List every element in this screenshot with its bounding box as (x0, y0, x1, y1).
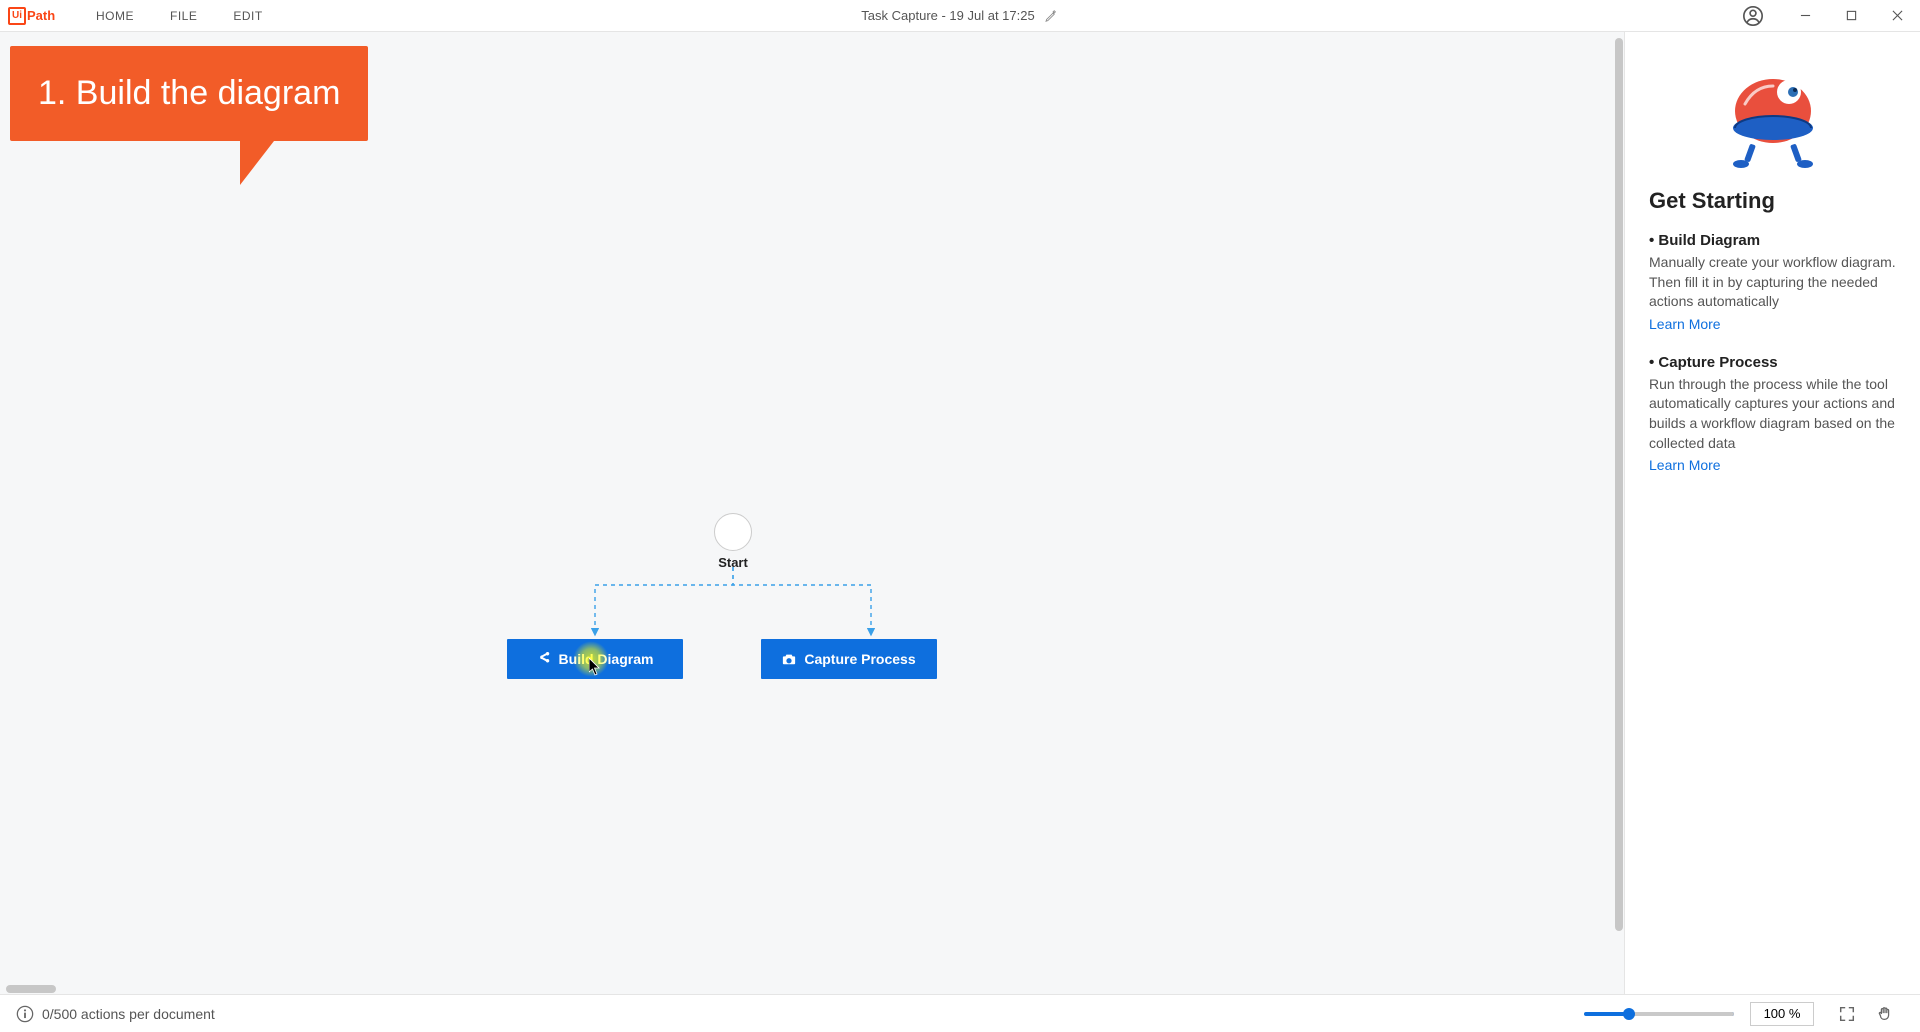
vertical-scrollbar[interactable] (1614, 38, 1624, 988)
edit-title-icon[interactable] (1045, 9, 1059, 23)
callout-text: 1. Build the diagram (38, 74, 340, 112)
maximize-button[interactable] (1828, 0, 1874, 32)
side-panel-title: Get Starting (1649, 188, 1896, 214)
actions-status: 0/500 actions per document (42, 1006, 215, 1022)
share-icon (537, 652, 551, 666)
camera-icon (782, 652, 796, 666)
horizontal-scrollbar[interactable] (6, 984, 56, 994)
logo-text: Path (27, 8, 55, 23)
status-bar: 0/500 actions per document (0, 994, 1920, 1032)
start-label: Start (714, 555, 752, 570)
section-capture-title: • Capture Process (1649, 354, 1896, 371)
zoom-slider-handle[interactable] (1623, 1008, 1635, 1020)
minimize-button[interactable] (1782, 0, 1828, 32)
side-section-build: • Build Diagram Manually create your wor… (1649, 232, 1896, 332)
document-title: Task Capture - 19 Jul at 17:25 (861, 8, 1058, 23)
window-controls (1742, 0, 1920, 32)
section-build-body: Manually create your workflow diagram. T… (1649, 253, 1896, 312)
menu-items: HOME FILE EDIT (78, 3, 281, 29)
capture-process-label: Capture Process (804, 651, 915, 667)
start-circle-icon (714, 513, 752, 551)
menu-edit[interactable]: EDIT (215, 3, 280, 29)
close-button[interactable] (1874, 0, 1920, 32)
uipath-logo: UiPath (8, 7, 58, 25)
start-node[interactable]: Start (714, 513, 752, 570)
build-diagram-label: Build Diagram (559, 651, 654, 667)
fullscreen-icon[interactable] (1838, 1005, 1856, 1023)
section-build-title: • Build Diagram (1649, 232, 1896, 249)
tutorial-callout: 1. Build the diagram (10, 46, 368, 141)
connector-lines (507, 567, 959, 639)
menu-file[interactable]: FILE (152, 3, 215, 29)
menu-home[interactable]: HOME (78, 3, 152, 29)
zoom-input[interactable] (1750, 1002, 1814, 1026)
learn-more-capture-link[interactable]: Learn More (1649, 457, 1896, 473)
menu-bar: UiPath HOME FILE EDIT Task Capture - 19 … (0, 0, 1920, 32)
canvas[interactable]: 1. Build the diagram Start Build Diagram (0, 32, 1625, 994)
zoom-slider[interactable] (1584, 1012, 1734, 1016)
main-area: 1. Build the diagram Start Build Diagram (0, 32, 1920, 994)
vertical-scrollbar-thumb[interactable] (1615, 38, 1623, 931)
section-capture-body: Run through the process while the tool a… (1649, 375, 1896, 453)
capture-process-button[interactable]: Capture Process (761, 639, 937, 679)
info-icon (16, 1005, 34, 1023)
pan-hand-icon[interactable] (1876, 1005, 1894, 1023)
robot-illustration (1713, 56, 1833, 176)
side-section-capture: • Capture Process Run through the proces… (1649, 354, 1896, 473)
horizontal-scrollbar-thumb[interactable] (6, 985, 56, 993)
learn-more-build-link[interactable]: Learn More (1649, 316, 1896, 332)
document-title-text: Task Capture - 19 Jul at 17:25 (861, 8, 1034, 23)
side-panel: Get Starting • Build Diagram Manually cr… (1625, 32, 1920, 994)
logo-box: Ui (8, 7, 26, 25)
build-diagram-button[interactable]: Build Diagram (507, 639, 683, 679)
account-icon[interactable] (1742, 5, 1764, 27)
